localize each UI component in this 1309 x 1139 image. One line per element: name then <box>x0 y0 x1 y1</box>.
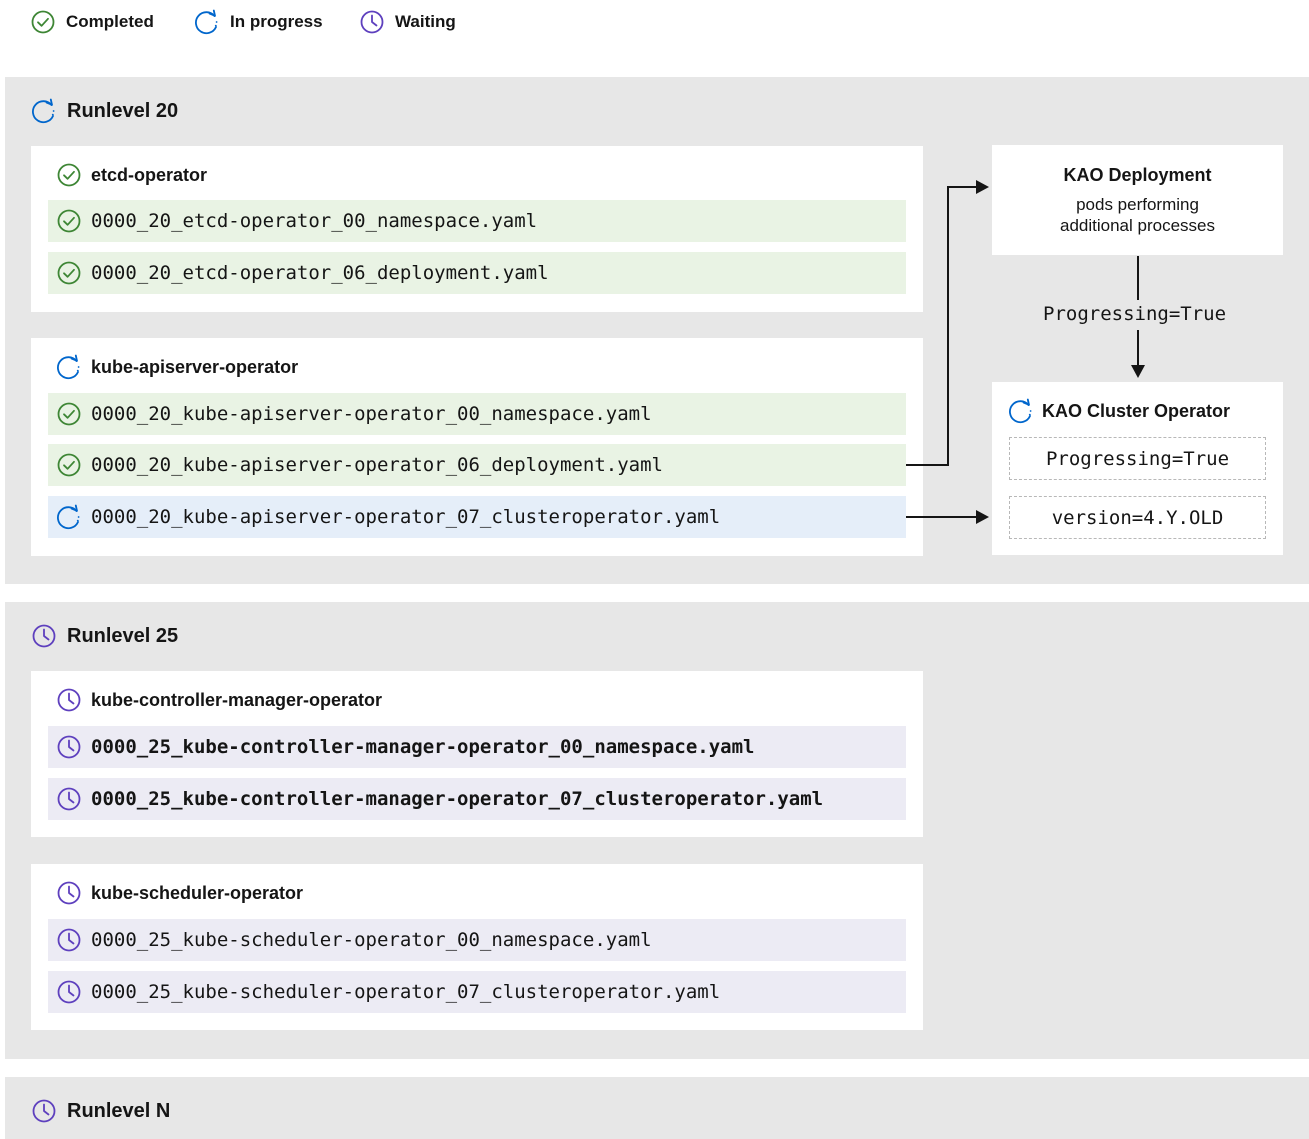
clock-icon <box>31 623 57 649</box>
runlevel-n-header: Runlevel N <box>31 1098 170 1124</box>
operator-name: kube-controller-manager-operator <box>91 689 383 710</box>
operator-name: kube-scheduler-operator <box>91 882 304 903</box>
operator-card-kube-controller-manager: kube-controller-manager-operator 0000_25… <box>31 671 923 837</box>
in-progress-icon <box>1008 398 1034 424</box>
clock-icon <box>56 979 82 1005</box>
clock-icon <box>31 1098 57 1124</box>
progressing-edge-label: Progressing=True <box>1041 303 1229 325</box>
operator-header: kube-controller-manager-operator <box>56 687 382 713</box>
manifest-row: 0000_25_kube-scheduler-operator_07_clust… <box>48 971 906 1013</box>
manifest-row: 0000_25_kube-controller-manager-operator… <box>48 726 906 768</box>
runlevel-title: Runlevel N <box>67 1099 171 1122</box>
clock-icon <box>56 786 82 812</box>
clock-icon <box>56 734 82 760</box>
kao-cluster-operator-title: KAO Cluster Operator <box>1042 400 1231 421</box>
kao-cluster-operator-box: KAO Cluster Operator Progressing=True ve… <box>992 382 1283 555</box>
manifest-row: 0000_25_kube-scheduler-operator_00_names… <box>48 919 906 961</box>
condition-version: version=4.Y.OLD <box>1009 496 1266 539</box>
manifest-filename: 0000_25_kube-controller-manager-operator… <box>91 736 755 758</box>
kao-cluster-operator-header: KAO Cluster Operator <box>1008 398 1230 424</box>
runlevel-25-header: Runlevel 25 <box>31 623 178 649</box>
clock-icon <box>56 880 82 906</box>
deployment-to-kao-connector <box>906 180 989 466</box>
runlevel-title: Runlevel 25 <box>67 624 179 647</box>
manifest-row: 0000_25_kube-controller-manager-operator… <box>48 778 906 820</box>
manifest-filename: 0000_25_kube-scheduler-operator_00_names… <box>91 929 652 951</box>
manifest-filename: 0000_25_kube-scheduler-operator_07_clust… <box>91 981 721 1003</box>
clock-icon <box>56 687 82 713</box>
operator-card-kube-scheduler: kube-scheduler-operator 0000_25_kube-sch… <box>31 864 923 1030</box>
condition-progressing: Progressing=True <box>1009 437 1266 480</box>
operator-header: kube-scheduler-operator <box>56 880 303 906</box>
manifest-filename: 0000_25_kube-controller-manager-operator… <box>91 788 824 810</box>
runlevel-n-panel: Runlevel N <box>5 1077 1309 1139</box>
clusteroperator-to-kao-connector <box>906 510 989 524</box>
clock-icon <box>56 927 82 953</box>
